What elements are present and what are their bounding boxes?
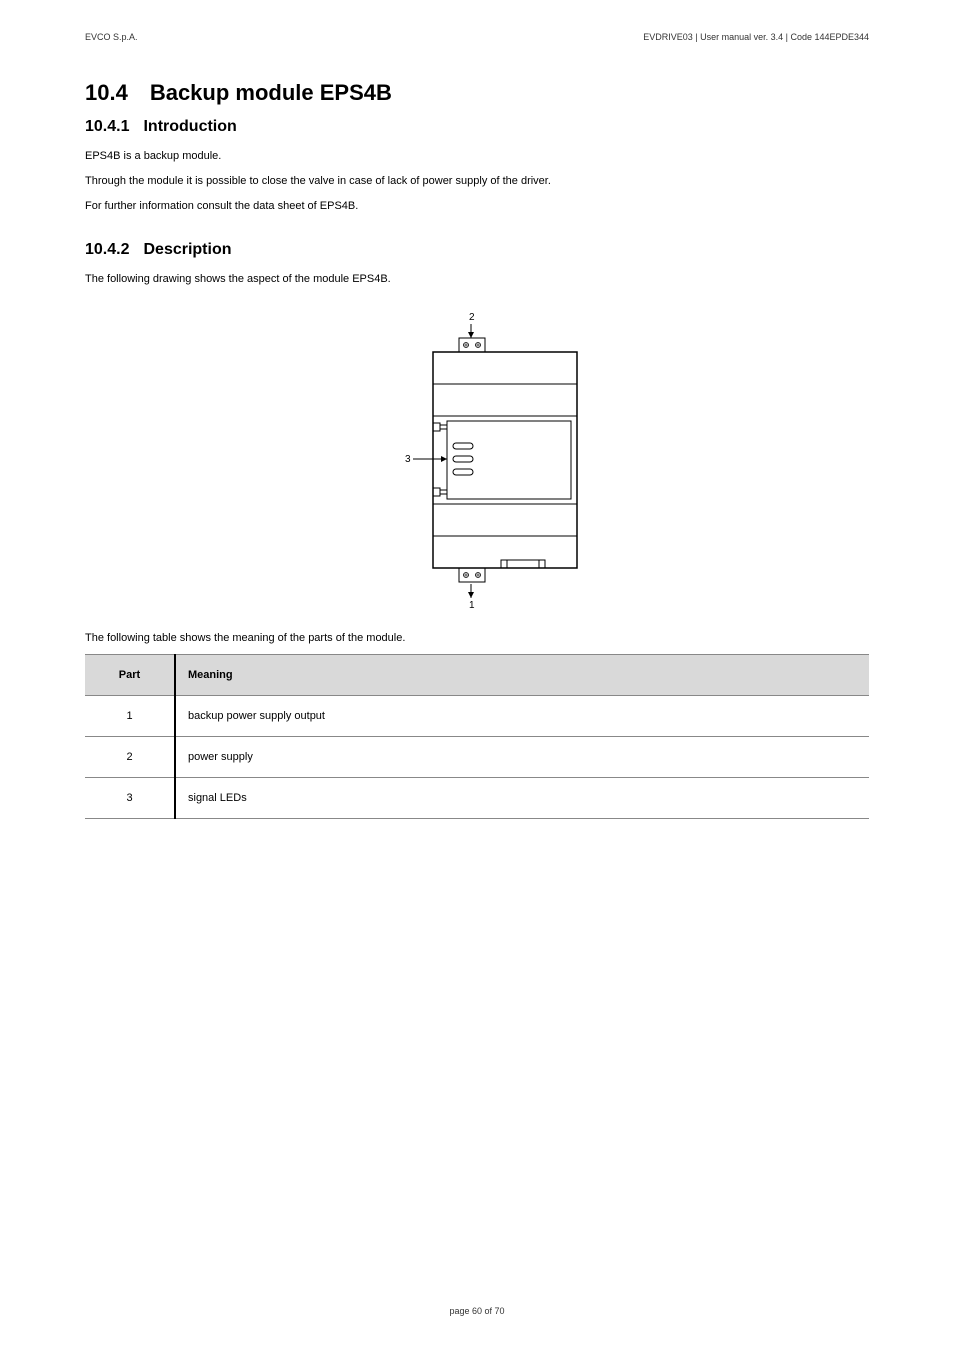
intro-paragraph-3: For further information consult the data… [85, 196, 869, 217]
diagram-label-top: 2 [469, 312, 475, 323]
subsection-description-text: Description [143, 241, 231, 258]
intro-paragraph-1: EPS4B is a backup module. [85, 146, 869, 167]
table-row: 1 backup power supply output [85, 695, 869, 736]
subsection-description-title: 10.4.2 Description [85, 241, 869, 259]
section-title-text: Backup module EPS4B [150, 80, 392, 105]
table-cell-part: 1 [85, 695, 175, 736]
table-header-part: Part [85, 654, 175, 695]
header-right: EVDRIVE03 | User manual ver. 3.4 | Code … [643, 32, 869, 42]
table-header-meaning: Meaning [175, 654, 869, 695]
section-number: 10.4 [85, 80, 128, 106]
parts-table: Part Meaning 1 backup power supply outpu… [85, 654, 869, 819]
diagram-label-bottom: 1 [469, 600, 475, 608]
page-footer: page 60 of 70 [0, 1306, 954, 1316]
table-row: 3 signal LEDs [85, 777, 869, 818]
table-cell-part: 2 [85, 736, 175, 777]
intro-paragraph-2: Through the module it is possible to clo… [85, 171, 869, 192]
page-header: EVCO S.p.A. EVDRIVE03 | User manual ver.… [85, 32, 869, 42]
header-left: EVCO S.p.A. [85, 32, 138, 42]
diagram-label-left: 3 [405, 454, 411, 465]
table-cell-meaning: power supply [175, 736, 869, 777]
subsection-introduction-title: 10.4.1 Introduction [85, 118, 869, 136]
table-row: 2 power supply [85, 736, 869, 777]
subsection-description-number: 10.4.2 [85, 241, 129, 259]
table-cell-meaning: backup power supply output [175, 695, 869, 736]
table-header-row: Part Meaning [85, 654, 869, 695]
table-caption: The following table shows the meaning of… [85, 632, 869, 644]
subsection-introduction-text: Introduction [143, 118, 236, 135]
section-title: 10.4 Backup module EPS4B [85, 80, 869, 106]
module-diagram: 2 3 [85, 308, 869, 608]
eps4b-diagram-svg: 2 3 [347, 308, 607, 608]
subsection-introduction-number: 10.4.1 [85, 118, 129, 136]
table-cell-meaning: signal LEDs [175, 777, 869, 818]
description-paragraph: The following drawing shows the aspect o… [85, 269, 869, 290]
table-cell-part: 3 [85, 777, 175, 818]
